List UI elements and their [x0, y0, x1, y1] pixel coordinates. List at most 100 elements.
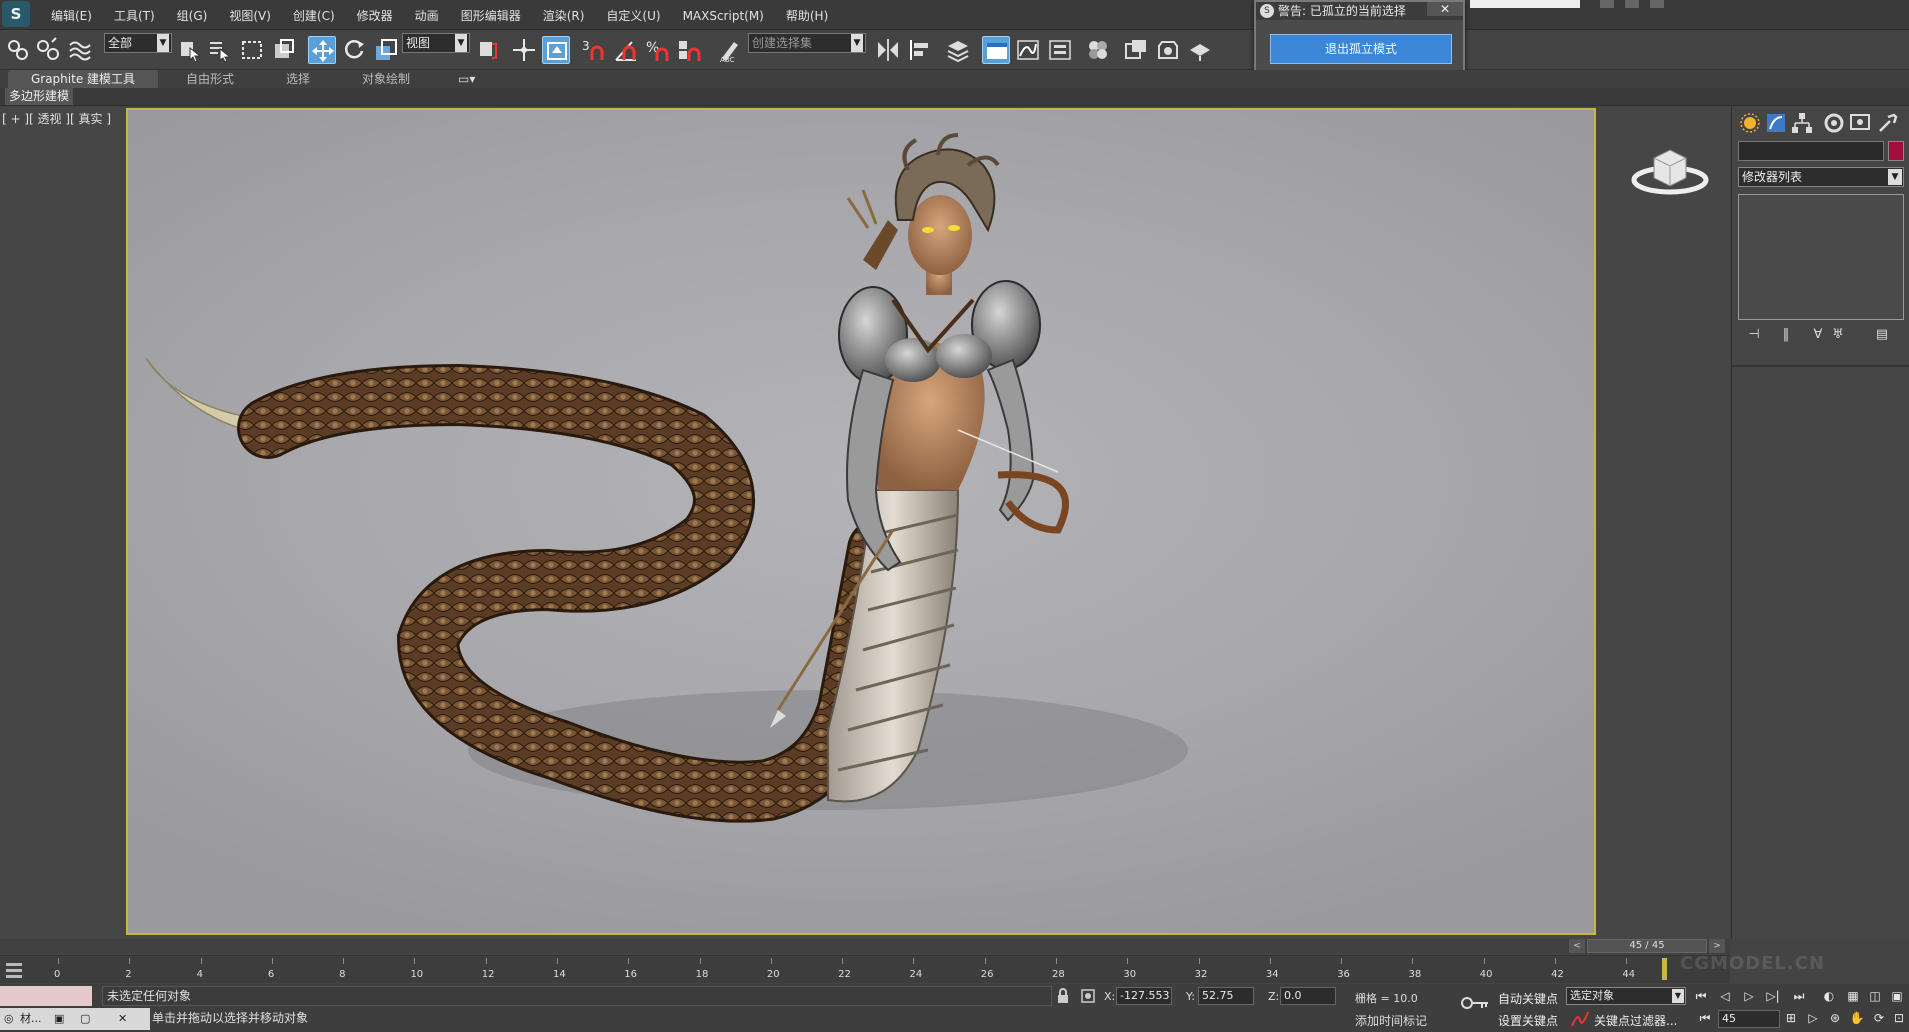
app-logo-icon[interactable]: S [2, 1, 30, 27]
menu-help[interactable]: 帮助(H) [775, 0, 839, 30]
maxscript-listener-mini[interactable] [0, 986, 92, 1006]
taskbar-material-item[interactable]: 材... [20, 1010, 42, 1028]
hand-pan-icon[interactable]: ✋ [1848, 1008, 1866, 1028]
orbit-icon[interactable]: ⊛ [1826, 1008, 1844, 1028]
field-of-view-icon[interactable]: ◫ [1866, 988, 1884, 1004]
spinner-snap-icon[interactable] [676, 36, 704, 64]
manipulate-icon[interactable] [510, 36, 538, 64]
go-to-start-icon[interactable]: ⏮ [1692, 988, 1710, 1004]
render-setup-icon[interactable] [1122, 36, 1150, 64]
current-frame-field[interactable]: 45 [1718, 1010, 1780, 1028]
exit-isolation-button[interactable]: 退出孤立模式 [1270, 34, 1452, 64]
render-production-icon[interactable] [1186, 36, 1214, 64]
modify-tab-icon[interactable] [1764, 111, 1788, 135]
time-slider-prev-button[interactable]: < [1569, 939, 1585, 953]
set-key-button[interactable]: 设置关键点 [1498, 1012, 1558, 1029]
utilities-tab-icon[interactable] [1876, 111, 1900, 135]
taskbar-max-icon[interactable]: ▢ [80, 1010, 90, 1028]
perspective-viewport[interactable] [126, 108, 1596, 935]
z-coordinate-field[interactable]: 0.0 [1280, 987, 1336, 1005]
absolute-mode-icon[interactable] [1080, 988, 1096, 1004]
select-and-scale-icon[interactable] [372, 36, 400, 64]
taskbar-app-icon[interactable]: ◎ [4, 1010, 14, 1028]
track-bar[interactable]: 0 2 4 6 8 10 12 14 16 18 20 22 24 26 28 30 32 34 36 38 40 42 4… [0, 955, 1730, 983]
menu-modifiers[interactable]: 修改器 [346, 0, 404, 30]
tab-object-paint[interactable]: 对象绘制 [362, 70, 410, 88]
key-mode-toggle-icon[interactable]: ◐ [1820, 988, 1838, 1004]
create-tab-icon[interactable] [1738, 111, 1762, 135]
time-slider-next-button[interactable]: > [1709, 939, 1725, 953]
trackbar-playhead[interactable] [1662, 958, 1667, 980]
add-time-tag-button[interactable]: 添加时间标记 [1355, 1012, 1427, 1029]
tab-freeform[interactable]: 自由形式 [186, 70, 234, 88]
graphite-toggle-icon[interactable] [982, 36, 1010, 64]
curve-editor-icon[interactable] [1014, 36, 1042, 64]
time-slider-handle[interactable]: 45 / 45 [1587, 939, 1707, 953]
mirror-icon[interactable] [874, 36, 902, 64]
previous-frame-icon[interactable]: ◁ [1716, 988, 1734, 1004]
polygon-modeling-panel[interactable]: 多边形建模 [5, 88, 74, 105]
maximize-viewport-icon[interactable]: ▣ [1888, 988, 1906, 1004]
menu-animation[interactable]: 动画 [404, 0, 450, 30]
tab-selection[interactable]: 选择 [286, 70, 310, 88]
auto-key-button[interactable]: 自动关键点 [1498, 990, 1558, 1007]
select-by-name-icon[interactable] [206, 36, 234, 64]
rendered-frame-window-icon[interactable] [1154, 36, 1182, 64]
schematic-view-icon[interactable] [1046, 36, 1074, 64]
edit-named-selection-icon[interactable]: ABC [716, 36, 744, 64]
maximize-toggle-icon[interactable]: ⊡ [1890, 1008, 1908, 1028]
menu-edit[interactable]: 编辑(E) [40, 0, 103, 30]
y-coordinate-field[interactable]: 52.75 [1198, 987, 1254, 1005]
keyboard-shortcut-override-icon[interactable] [542, 36, 570, 64]
viewport-label[interactable]: [ + ][ 透视 ][ 真实 ] [2, 110, 111, 127]
menu-maxscript[interactable]: MAXScript(M) [672, 0, 775, 30]
time-slider[interactable]: < 45 / 45 > [0, 939, 1730, 954]
go-to-end-icon[interactable]: ⏭ [1790, 988, 1808, 1004]
selection-filter-dropdown[interactable]: 全部 ▼ [104, 33, 172, 53]
arc-rotate-icon[interactable]: ⟳ [1870, 1008, 1888, 1028]
set-key-icon[interactable] [1460, 994, 1490, 1012]
zoom-extents-icon[interactable]: ▦ [1844, 988, 1862, 1004]
pan-icon[interactable]: ▷ [1804, 1008, 1822, 1028]
search-input[interactable] [1470, 0, 1580, 8]
menu-tools[interactable]: 工具(T) [103, 0, 166, 30]
layer-manager-icon[interactable] [944, 36, 972, 64]
pin-stack-icon[interactable]: ⊣ [1744, 325, 1764, 345]
lock-icon[interactable] [1055, 988, 1071, 1004]
time-configuration-icon[interactable]: ⏮ [1696, 1008, 1714, 1028]
named-selection-set-dropdown[interactable]: 创建选择集 ▼ [748, 33, 866, 53]
link-icon[interactable] [4, 36, 32, 64]
info-icon[interactable] [1650, 0, 1664, 8]
select-and-rotate-icon[interactable] [340, 36, 368, 64]
configure-modifier-sets-icon[interactable]: ▤ [1872, 325, 1892, 345]
ribbon-options-icon[interactable]: ▭▾ [458, 70, 478, 88]
menu-views[interactable]: 视图(V) [218, 0, 282, 30]
rectangular-selection-icon[interactable] [238, 36, 266, 64]
unlink-icon[interactable] [34, 36, 62, 64]
viewcube-icon[interactable] [1630, 140, 1710, 200]
motion-tab-icon[interactable] [1822, 111, 1846, 135]
menu-rendering[interactable]: 渲染(R) [532, 0, 596, 30]
select-object-icon[interactable] [176, 36, 204, 64]
percent-snap-icon[interactable]: % [644, 36, 672, 64]
object-name-input[interactable] [1738, 141, 1884, 161]
angle-snap-icon[interactable] [612, 36, 640, 64]
tab-graphite-modeling-tools[interactable]: Graphite 建模工具 [8, 70, 158, 88]
make-unique-icon[interactable]: ∀ [1808, 325, 1828, 345]
display-tab-icon[interactable] [1848, 111, 1872, 135]
play-icon[interactable]: ▷ [1740, 988, 1758, 1004]
object-color-swatch[interactable] [1888, 141, 1904, 161]
close-icon[interactable]: ✕ [1427, 2, 1463, 16]
show-end-result-icon[interactable]: ‖ [1776, 325, 1796, 345]
material-editor-icon[interactable] [1084, 36, 1112, 64]
bind-spacewarp-icon[interactable] [66, 36, 94, 64]
menu-graph-editors[interactable]: 图形编辑器 [450, 0, 532, 30]
remove-modifier-icon[interactable]: ♅ [1828, 325, 1848, 345]
modifier-list-dropdown[interactable]: 修改器列表 ▼ [1738, 167, 1904, 187]
zoom-all-icon[interactable]: ⊞ [1782, 1008, 1800, 1028]
key-mode-icon[interactable] [1570, 1010, 1590, 1028]
menu-create[interactable]: 创建(C) [282, 0, 346, 30]
window-crossing-icon[interactable] [270, 36, 298, 64]
taskbar-restore-icon[interactable]: ▣ [54, 1010, 64, 1028]
modifier-stack-list[interactable] [1738, 194, 1904, 320]
